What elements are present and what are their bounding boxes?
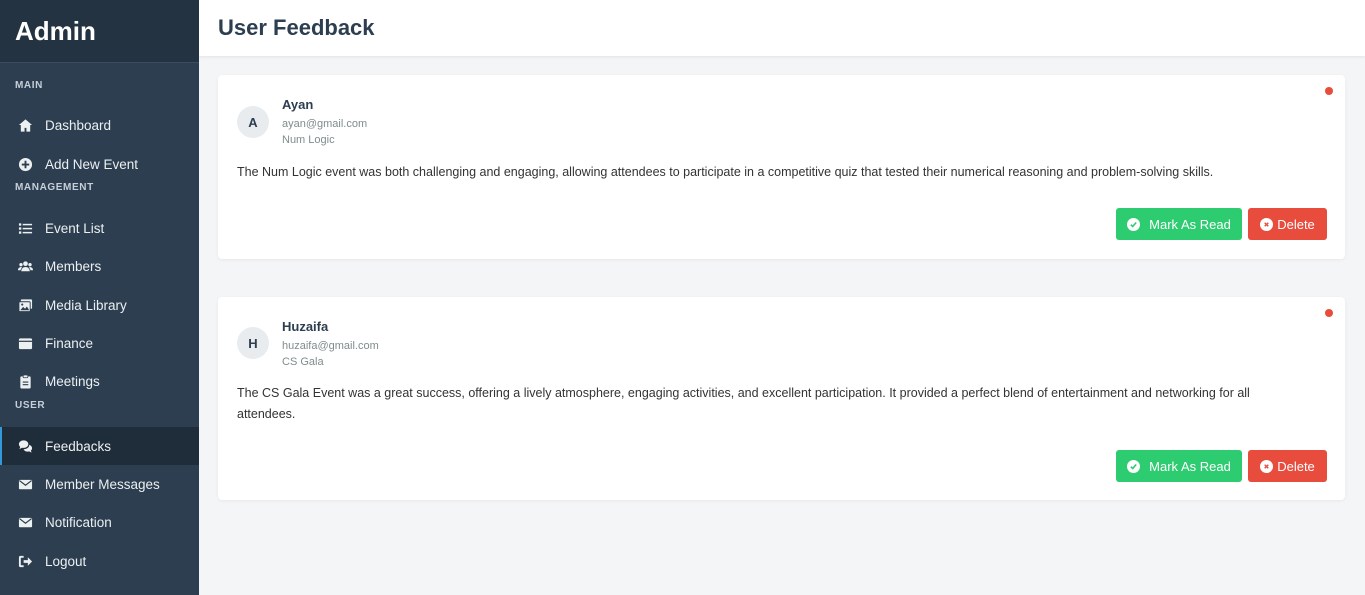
sidebar-item-notification[interactable]: Notification: [0, 503, 199, 541]
clipboard-icon: [17, 373, 33, 389]
section-label-management: MANAGEMENT: [15, 182, 94, 193]
sign-out-icon: [17, 553, 33, 569]
delete-button[interactable]: Delete: [1248, 450, 1327, 482]
section-label-main: MAIN: [15, 80, 43, 91]
sidebar-item-label: Notification: [45, 514, 112, 530]
page-title: User Feedback: [218, 15, 375, 40]
comments-icon: [17, 438, 33, 454]
avatar: H: [237, 327, 269, 359]
mark-as-read-button[interactable]: Mark As Read: [1116, 450, 1242, 482]
sidebar-item-finance[interactable]: Finance: [0, 324, 199, 362]
unread-indicator: [1325, 309, 1333, 317]
user-email: huzaifa@gmail.com: [282, 340, 379, 352]
sidebar-item-label: Dashboard: [45, 117, 112, 133]
sidebar-item-members[interactable]: Members: [0, 247, 199, 285]
list-icon: [17, 220, 33, 236]
sidebar-item-add-new-event[interactable]: Add New Event: [0, 145, 199, 183]
sidebar-item-label: Members: [45, 258, 102, 274]
feedback-card: H Huzaifa huzaifa@gmail.com CS Gala The …: [218, 297, 1345, 500]
sidebar-item-feedbacks[interactable]: Feedbacks: [0, 427, 199, 465]
delete-label: Delete: [1277, 458, 1315, 474]
sidebar-item-label: Meetings: [45, 373, 100, 389]
envelope-icon: [17, 514, 33, 530]
brand-title: Admin: [0, 0, 199, 63]
sidebar-item-label: Feedbacks: [45, 438, 112, 454]
times-circle-icon: [1260, 459, 1274, 473]
mark-as-read-label: Mark As Read: [1149, 458, 1231, 474]
delete-label: Delete: [1277, 216, 1315, 232]
sidebar-item-label: Add New Event: [45, 156, 139, 172]
sidebar-item-label: Finance: [45, 335, 94, 351]
sidebar-item-event-list[interactable]: Event List: [0, 209, 199, 247]
sidebar: Admin MAIN Dashboard Add New Event MANAG…: [0, 0, 199, 595]
user-email: ayan@gmail.com: [282, 118, 368, 130]
event-name: CS Gala: [282, 356, 324, 368]
envelope-icon: [17, 476, 33, 492]
top-bar: User Feedback: [199, 0, 1365, 56]
sidebar-item-label: Logout: [45, 553, 87, 569]
sidebar-item-member-messages[interactable]: Member Messages: [0, 465, 199, 503]
sidebar-item-media-library[interactable]: Media Library: [0, 286, 199, 324]
section-label-user: USER: [15, 400, 46, 411]
check-circle-icon: [1127, 459, 1141, 473]
plus-circle-icon: [17, 156, 33, 172]
mark-as-read-button[interactable]: Mark As Read: [1116, 208, 1242, 240]
check-circle-icon: [1127, 217, 1141, 231]
users-icon: [17, 258, 33, 274]
user-name: Huzaifa: [282, 319, 329, 334]
wallet-icon: [17, 335, 33, 351]
feedback-card: A Ayan ayan@gmail.com Num Logic The Num …: [218, 75, 1345, 259]
images-icon: [17, 297, 33, 313]
unread-indicator: [1325, 87, 1333, 95]
times-circle-icon: [1260, 217, 1274, 231]
event-name: Num Logic: [282, 134, 335, 146]
avatar: A: [237, 106, 269, 138]
user-name: Ayan: [282, 97, 314, 112]
sidebar-item-label: Member Messages: [45, 476, 160, 492]
sidebar-item-label: Media Library: [45, 297, 127, 313]
feedback-message: The Num Logic event was both challenging…: [237, 165, 1214, 179]
sidebar-item-label: Event List: [45, 220, 105, 236]
delete-button[interactable]: Delete: [1248, 208, 1327, 240]
sidebar-item-logout[interactable]: Logout: [0, 542, 199, 580]
feedback-message: The CS Gala Event was a great success, o…: [237, 386, 1250, 421]
sidebar-item-dashboard[interactable]: Dashboard: [0, 106, 199, 144]
home-icon: [17, 117, 33, 133]
mark-as-read-label: Mark As Read: [1149, 216, 1231, 232]
sidebar-item-meetings[interactable]: Meetings: [0, 362, 199, 400]
